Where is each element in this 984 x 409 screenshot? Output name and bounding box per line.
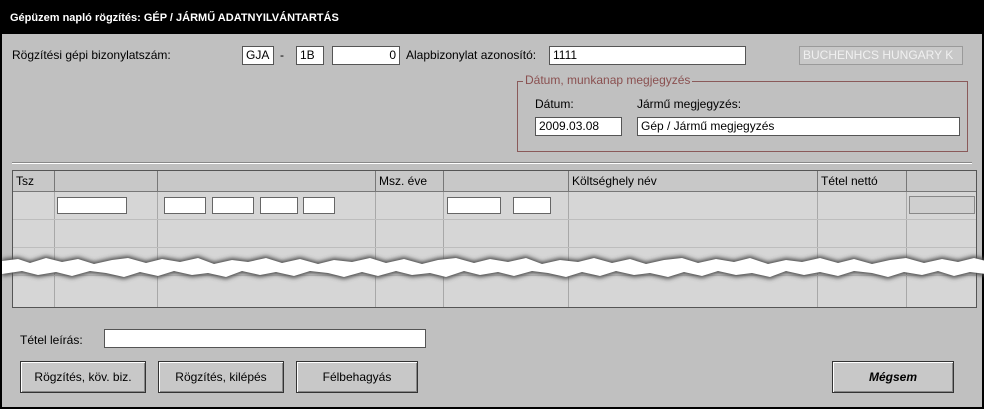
doc-number-field[interactable]: 0 [332, 46, 400, 65]
doc-prefix-field[interactable]: GJA [242, 46, 274, 65]
col-header-8[interactable] [907, 171, 976, 192]
item-desc-label: Tétel leírás: [20, 333, 83, 347]
title-bar: Gépüzem napló rögzítés: GÉP / JÁRMŰ ADAT… [2, 2, 982, 34]
main-window: Gépüzem napló rögzítés: GÉP / JÁRMŰ ADAT… [0, 0, 984, 409]
grid-input[interactable] [57, 197, 127, 214]
grid-row-button[interactable] [909, 196, 975, 214]
grid-line [13, 247, 976, 248]
vehicle-note-field[interactable]: Gép / Jármű megjegyzés [637, 117, 960, 136]
grid-input[interactable] [164, 197, 206, 214]
items-grid[interactable]: Tsz Msz. éve Költséghely név Tétel nettó [12, 170, 977, 308]
grid-input[interactable] [260, 197, 298, 214]
date-label: Dátum: [535, 97, 574, 111]
vehicle-note-label: Jármű megjegyzés: [637, 97, 742, 111]
torn-edge-graphic [2, 256, 984, 279]
grid-input[interactable] [303, 197, 335, 214]
col-header-2[interactable] [55, 171, 158, 192]
doc-series-field[interactable]: 1B [296, 46, 324, 65]
save-exit-button[interactable]: Rögzítés, kilépés [158, 361, 284, 393]
doc-number-label: Rögzítési gépi bizonylatszám: [12, 48, 171, 62]
grid-input[interactable] [513, 197, 551, 214]
item-desc-field[interactable] [104, 329, 426, 348]
col-header-tetel-netto[interactable]: Tétel nettó [818, 171, 907, 192]
col-header-msz-eve[interactable]: Msz. éve [376, 171, 444, 192]
date-field[interactable]: 2009.03.08 [535, 117, 622, 136]
base-doc-field[interactable]: 1111 [549, 46, 746, 65]
save-next-button[interactable]: Rögzítés, köv. biz. [20, 361, 146, 393]
suspend-button[interactable]: Félbehagyás [296, 361, 418, 393]
date-group-title: Dátum, munkanap megjegyzés [523, 73, 693, 87]
cancel-button[interactable]: Mégsem [832, 361, 954, 393]
base-doc-label: Alapbizonylat azonosító: [406, 48, 537, 62]
col-header-koltseghely-nev[interactable]: Költséghely név [569, 171, 818, 192]
separator [12, 162, 972, 164]
col-header-tsz[interactable]: Tsz [13, 171, 55, 192]
grid-input[interactable] [212, 197, 254, 214]
company-field: BUCHENHCS HUNGARY K [799, 46, 963, 65]
col-header-5[interactable] [444, 171, 569, 192]
grid-line [13, 219, 976, 220]
dash-separator: - [280, 48, 284, 62]
col-header-3[interactable] [158, 171, 376, 192]
grid-input[interactable] [447, 197, 501, 214]
